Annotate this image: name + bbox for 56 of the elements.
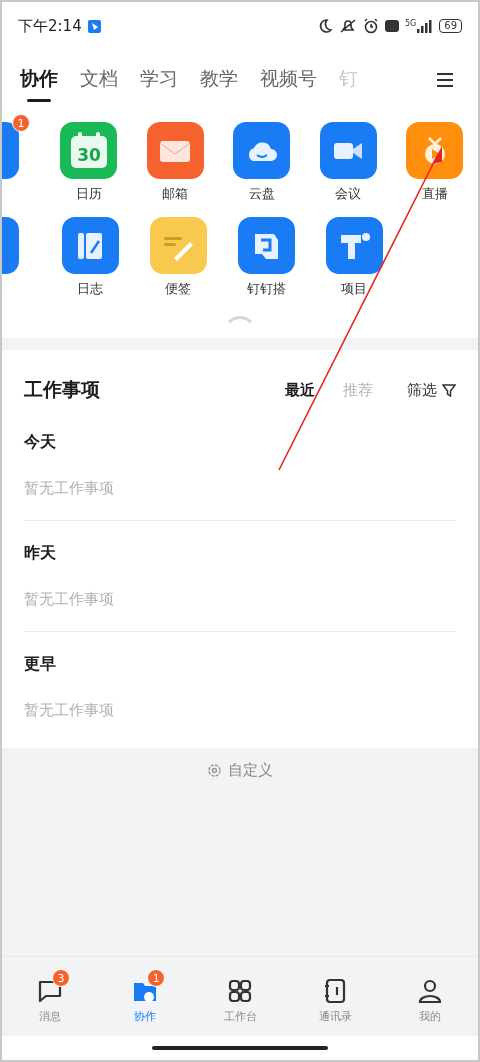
count-badge: 3 [52,969,70,987]
group-title: 昨天 [24,542,57,564]
app-icon[interactable] [2,122,19,179]
signal-icon [417,19,434,33]
nav-tab[interactable]: 工作台 [192,963,288,1036]
app-label: 日历 [75,185,102,203]
status-time: 下午2:14 [18,16,82,36]
grid-icon [226,977,254,1005]
app-label: 便签 [165,280,191,298]
tab[interactable]: 学习 [140,66,178,105]
log-app-icon[interactable] [61,217,119,274]
nav-tab[interactable]: 消息 3 [2,963,98,1036]
empty-text: 暂无工作事项 [24,479,115,498]
meeting-app-icon[interactable] [319,122,377,179]
app-label: 钉钉搭 [246,280,286,298]
note-app-icon[interactable] [149,217,207,274]
count-badge: 1 [147,969,166,987]
network-label: 5G [404,19,417,28]
builder-app-icon[interactable] [237,217,295,274]
settings-icon [207,763,222,778]
app-label: 项目 [341,280,367,298]
app-label: 会议 [335,185,362,203]
project-app-icon[interactable] [325,217,383,274]
tab[interactable]: 文档 [80,66,118,105]
nav-tab[interactable]: 协作 1 [97,963,193,1036]
customize-button[interactable]: 自定义 [201,760,279,781]
tab-indicator [27,99,51,102]
group-title: 今天 [24,431,57,453]
section-title: 工作事项 [24,377,101,402]
count-badge: 1 [12,114,30,132]
battery-indicator: 69 [439,19,462,33]
group-title: 更早 [24,653,57,675]
filter-tab[interactable]: 推荐 [343,380,373,400]
alarm-icon [362,18,379,34]
cloud-app-icon[interactable] [233,122,291,179]
tab[interactable]: 协作 [20,66,58,105]
tab[interactable]: 教学 [200,66,238,105]
calendar-app-icon[interactable]: 30 [60,122,118,179]
menu-icon[interactable] [436,72,454,88]
mail-app-icon[interactable] [146,122,204,179]
tab[interactable]: 视频号 [260,66,317,105]
app-label: 邮箱 [162,185,189,203]
app-label: 云盘 [248,185,275,203]
empty-text: 暂无工作事项 [24,701,115,720]
app-label: 日志 [77,280,103,298]
bell-off-icon [338,18,357,34]
live-app-icon[interactable] [406,122,464,179]
nav-tab[interactable]: 通讯录 [287,963,383,1036]
app-notification-icon [87,19,101,33]
app-icon[interactable] [2,217,19,274]
nav-tab[interactable]: 我的 [382,963,478,1036]
app-label: 直播 [421,185,448,203]
empty-text: 暂无工作事项 [24,590,115,609]
filter-tab[interactable]: 最近 [285,380,315,400]
filter-button[interactable]: 筛选 [407,380,456,400]
funnel-icon [442,383,456,397]
